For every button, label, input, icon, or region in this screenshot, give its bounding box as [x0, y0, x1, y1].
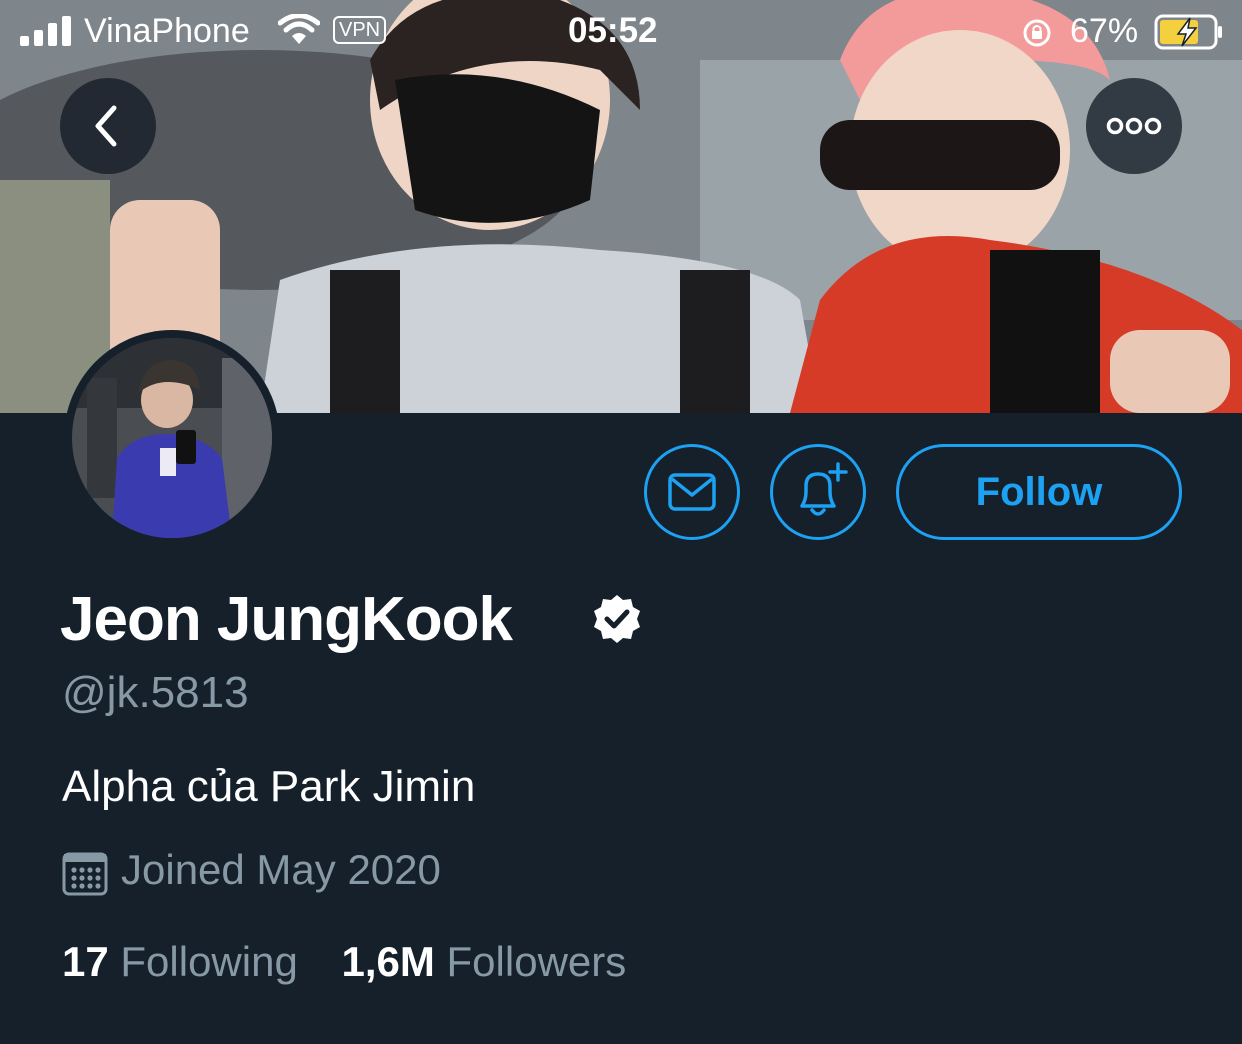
message-button[interactable] [644, 444, 740, 540]
followers-label: Followers [446, 938, 627, 985]
following-link[interactable]: 17 Following [62, 938, 298, 986]
follow-button[interactable]: Follow [896, 444, 1182, 540]
chevron-left-icon [95, 105, 117, 147]
bell-plus-icon [800, 462, 848, 516]
signal-icon [20, 16, 71, 46]
wifi-icon [278, 14, 320, 44]
verified-badge-icon [594, 595, 640, 643]
rotation-lock-icon [1023, 19, 1051, 47]
status-time: 05:52 [568, 11, 658, 50]
following-count: 17 [62, 938, 109, 985]
following-label: Following [120, 938, 298, 985]
followers-link[interactable]: 1,6M Followers [341, 938, 626, 986]
battery-icon [1154, 14, 1222, 50]
calendar-icon [62, 852, 108, 896]
followers-count: 1,6M [341, 938, 435, 985]
vpn-badge: VPN [333, 16, 387, 44]
battery-percent: 67% [1070, 12, 1139, 50]
profile-avatar[interactable] [64, 330, 280, 546]
status-bar: VinaPhone VPN 05:52 67% [0, 0, 1242, 64]
notifications-button[interactable] [770, 444, 866, 540]
avatar-photo [72, 338, 272, 538]
profile-bio: Alpha của Park Jimin [62, 762, 476, 811]
mail-icon [668, 473, 716, 511]
display-name: Jeon JungKook [60, 585, 513, 654]
profile-stats: 17 Following 1,6M Followers [62, 938, 658, 986]
more-options-button[interactable] [1086, 78, 1182, 174]
back-button[interactable] [60, 78, 156, 174]
more-icon [1106, 117, 1162, 135]
username-handle: @jk.5813 [62, 668, 249, 717]
carrier-name: VinaPhone [84, 12, 250, 50]
join-date: Joined May 2020 [121, 846, 441, 893]
